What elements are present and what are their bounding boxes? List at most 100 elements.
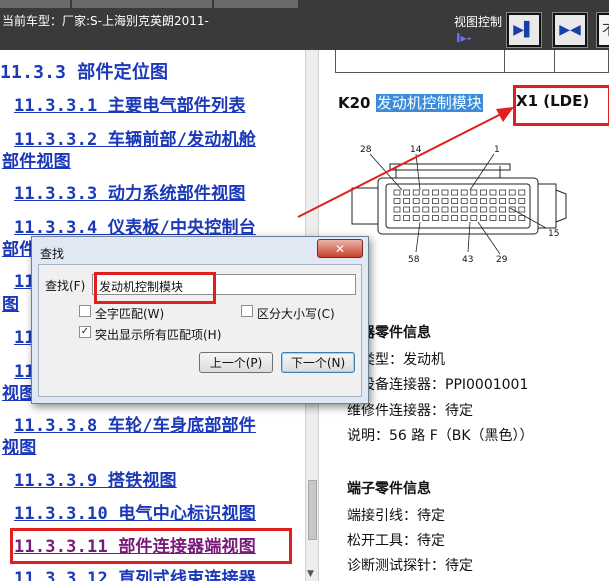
toc-link-11-3-3-9[interactable]: 11.3.3.9 搭铁视图 (14, 471, 177, 492)
scroll-down-icon[interactable]: ▼ (307, 569, 314, 579)
connector-pin (412, 189, 420, 196)
close-button[interactable]: ✕ (317, 239, 363, 258)
connector-pin (393, 206, 401, 213)
component-code: K20 (338, 94, 371, 112)
connector-pin (441, 189, 449, 196)
dialog-title: 查找 (40, 247, 65, 261)
pin-label: 1 (494, 145, 500, 155)
match-case-label[interactable]: 区分大小写(C) (257, 305, 335, 322)
connector-pin (518, 198, 526, 204)
find-label: 查找(F) (45, 279, 86, 293)
pin-label: 14 (410, 145, 422, 155)
connector-pin (432, 206, 439, 213)
scrollbar-thumb[interactable] (308, 480, 317, 540)
connector-pin (489, 189, 497, 196)
connector-pin (480, 189, 487, 196)
find-next-button[interactable]: 下一个(N) (281, 352, 355, 373)
connector-pin (508, 198, 516, 204)
match-case-checkbox[interactable] (241, 305, 253, 317)
dialog-body: 查找(F) 发动机控制模块 全字匹配(W) 区分大小写(C) ✓ 突出显示所有匹… (38, 264, 362, 397)
terminal-info-title: 端子零件信息 (347, 481, 431, 497)
connector-pin (441, 206, 449, 213)
connector-pin (412, 198, 420, 204)
connector-pin (441, 198, 449, 204)
toc-link-11-3-3-1[interactable]: 11.3.3.1 主要电气部件列表 (14, 96, 246, 117)
connector-pin (460, 206, 468, 213)
connector-pin (451, 198, 458, 204)
connector-pin (470, 189, 478, 196)
connector-pin (480, 206, 487, 213)
search-match-highlight: 发动机控制模块 (375, 94, 483, 112)
oem-connector: 装设备连接器：PPI0001001 (347, 377, 529, 393)
view-control-icon: I▸- (456, 31, 472, 45)
connector-pin (489, 198, 497, 204)
toc-link-11-3-3-8-cont[interactable]: 视图 (2, 438, 36, 459)
connector-pin (499, 215, 506, 221)
next-page-button[interactable]: ▶▌ (506, 12, 542, 48)
connector-pin (422, 189, 430, 196)
connector-pin (412, 206, 420, 213)
connector-pin (451, 215, 458, 221)
pin-label: 58 (408, 255, 420, 265)
connector-pin (393, 189, 401, 196)
connector-pin (489, 215, 497, 221)
find-previous-button[interactable]: 上一个(P) (199, 352, 273, 373)
connector-pin (412, 215, 420, 221)
toc-link-11-3-3-3[interactable]: 11.3.3.3 动力系统部件视图 (14, 184, 246, 205)
pin-label: 29 (496, 255, 508, 265)
connector-pin (470, 206, 478, 213)
component-heading: K20 发动机控制模块 (338, 92, 483, 113)
pin-label: 15 (548, 229, 559, 239)
connector-pin (422, 215, 430, 221)
connector-pin (403, 215, 410, 221)
connector-pin (393, 215, 401, 221)
connector-pin (470, 198, 478, 204)
connector-pin (403, 206, 410, 213)
view-control-label: 视图控制 (454, 15, 503, 29)
connector-pin (489, 206, 497, 213)
toc-heading[interactable]: 11.3.3 部件定位图 (0, 62, 168, 83)
connector-end-view-diagram: 28 14 1 15 58 43 29 (351, 145, 567, 265)
connector-pin (451, 206, 458, 213)
pin-label: 43 (462, 255, 473, 265)
whole-word-label[interactable]: 全字匹配(W) (95, 305, 164, 322)
connector-pin (508, 189, 516, 196)
pin-label: 28 (360, 145, 372, 155)
top-toolbar: 当前车型：厂家:S-上海别克英朗2011- 视图控制 I▸- ▶▌ ▶◀ 不 (0, 0, 609, 50)
toc-link-11-3-3-12[interactable]: 11.3.3.12 直列式线束连接器 (14, 569, 256, 581)
highlight-all-label[interactable]: 突出显示所有匹配项(H) (95, 326, 221, 343)
toc-link-11-3-3-2-cont[interactable]: 部件视图 (2, 152, 71, 173)
connector-pin (499, 206, 506, 213)
connector-pin (480, 198, 487, 204)
connector-pin (451, 189, 458, 196)
terminal-lead: 端接引线：待定 (347, 508, 445, 524)
toc-link-11-3-3-8[interactable]: 11.3.3.8 车轮/车身底部部件 (14, 416, 256, 437)
whole-word-checkbox[interactable] (79, 305, 91, 317)
fit-width-button[interactable]: ▶◀ (552, 12, 588, 48)
connector-pin (518, 215, 526, 221)
connector-pin (422, 206, 430, 213)
current-vehicle-label: 当前车型：厂家:S-上海别克英朗2011- (2, 14, 209, 28)
connector-description: 说明：56 路 F（BK（黑色）） (347, 428, 534, 444)
annotation-highlight-box (10, 528, 292, 564)
connector-pin (460, 215, 468, 221)
toolbar-partial-button[interactable]: 不 (596, 12, 609, 48)
toolbar-tab-segment (214, 0, 298, 8)
connector-pin (403, 189, 410, 196)
connector-pin (422, 198, 430, 204)
highlight-all-checkbox[interactable]: ✓ (79, 326, 91, 338)
annotation-highlight-box (94, 272, 216, 304)
connector-pin (480, 215, 487, 221)
toc-link-11-3-3-2[interactable]: 11.3.3.2 车辆前部/发动机舱 (14, 130, 256, 151)
toc-link-11-3-3-10[interactable]: 11.3.3.10 电气中心标识视图 (14, 504, 256, 525)
connector-pin (518, 206, 526, 213)
test-probe: 诊断测试探针：待定 (347, 558, 473, 574)
connector-pin (432, 198, 439, 204)
connector-pin (432, 215, 439, 221)
toc-link-11-3-3-5-cont[interactable]: 图 (2, 295, 19, 316)
connector-pin (470, 215, 478, 221)
connector-pin (499, 189, 506, 196)
connector-pin (432, 189, 439, 196)
connector-pin (460, 189, 468, 196)
toolbar-tab-segment (0, 0, 70, 8)
